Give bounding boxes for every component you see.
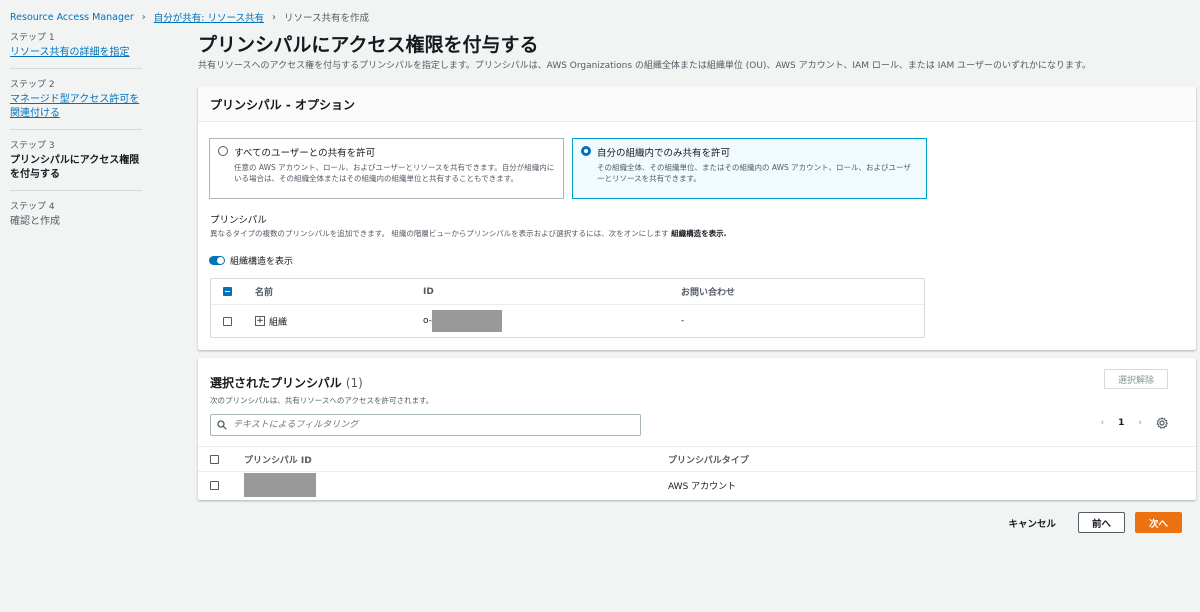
- header-principal-type: プリンシパルタイプ: [668, 455, 749, 466]
- org-structure-toggle[interactable]: [209, 256, 225, 265]
- header-checkbox-cell: [211, 287, 243, 296]
- breadcrumb-shared-by-me[interactable]: 自分が共有: リソース共有: [154, 10, 264, 24]
- header-checkbox-cell: [198, 454, 230, 464]
- org-id-prefix: o-: [423, 316, 432, 326]
- step-4: ステップ 4 確認と作成: [10, 199, 142, 237]
- row-principal-type: AWS アカウント: [668, 481, 737, 492]
- step-1: ステップ 1 リソース共有の詳細を指定: [10, 30, 142, 69]
- gear-icon[interactable]: [1156, 417, 1168, 429]
- principal-description-bold: 組織構造を表示.: [671, 229, 727, 238]
- step-2: ステップ 2 マネージド型アクセス許可を関連付ける: [10, 77, 142, 130]
- row-name-cell: + 組織: [243, 315, 423, 328]
- header-id: ID: [423, 286, 434, 297]
- principal-description: 異なるタイプの複数のプリンシパルを追加できます。 組織の階層ビューからプリンシパ…: [210, 228, 726, 239]
- org-table: 名前 ID お問い合わせ + 組織 o- -: [210, 278, 925, 338]
- option-allow-everyone[interactable]: すべてのユーザーとの共有を許可 任意の AWS アカウント、ロール、およびユーザ…: [209, 138, 564, 199]
- search-icon: [217, 420, 227, 430]
- filter-input[interactable]: [233, 420, 633, 430]
- step-3-current: プリンシパルにアクセス権限を付与する: [10, 155, 140, 180]
- redacted-id: [244, 473, 316, 497]
- radio-button-selected[interactable]: [581, 146, 591, 156]
- sharing-options: すべてのユーザーとの共有を許可 任意の AWS アカウント、ロール、およびユーザ…: [209, 138, 927, 199]
- selected-table-header: プリンシパル ID プリンシパルタイプ: [198, 446, 1196, 472]
- table-row: + 組織 o- -: [211, 305, 924, 337]
- option-org-only[interactable]: 自分の組織内でのみ共有を許可 その組織全体、その組織単位、またはその組織内の A…: [572, 138, 927, 199]
- breadcrumb: Resource Access Manager › 自分が共有: リソース共有 …: [10, 10, 370, 25]
- row-principal-id: [230, 473, 668, 497]
- step-1-link[interactable]: リソース共有の詳細を指定: [10, 46, 142, 60]
- page-title: プリンシパルにアクセス権限を付与する: [198, 34, 539, 56]
- prev-page-button[interactable]: ‹: [1101, 418, 1105, 428]
- step-3: ステップ 3 プリンシパルにアクセス権限を付与する: [10, 138, 142, 191]
- option-title: 自分の組織内でのみ共有を許可: [597, 148, 731, 159]
- selected-count: (1): [345, 376, 363, 390]
- wizard-footer: キャンセル 前へ 次へ: [996, 512, 1182, 533]
- select-all-checkbox[interactable]: [222, 287, 232, 296]
- principal-label: プリンシパル: [210, 215, 267, 226]
- selected-description: 次のプリンシパルは、共有リソースへのアクセスを許可されます。: [210, 396, 434, 405]
- step-number: ステップ 3: [10, 141, 55, 151]
- chevron-right-icon: ›: [141, 11, 146, 23]
- step-4-title: 確認と作成: [10, 216, 60, 227]
- wizard-steps: ステップ 1 リソース共有の詳細を指定 ステップ 2 マネージド型アクセス許可を…: [10, 30, 142, 245]
- header-principal-id: プリンシパル ID: [244, 455, 312, 466]
- breadcrumb-current: リソース共有を作成: [284, 13, 370, 24]
- option-description: その組織全体、その組織単位、またはその組織内の AWS アカウント、ロール、およ…: [597, 163, 911, 183]
- option-description: 任意の AWS アカウント、ロール、およびユーザーとリソースを共有できます。自分…: [234, 163, 555, 183]
- step-number: ステップ 1: [10, 33, 55, 43]
- expand-plus-icon[interactable]: +: [255, 316, 265, 326]
- cancel-button[interactable]: キャンセル: [996, 516, 1068, 530]
- row-checkbox-cell: [198, 480, 230, 490]
- step-number: ステップ 4: [10, 202, 55, 212]
- radio-button[interactable]: [218, 146, 228, 156]
- step-2-link[interactable]: マネージド型アクセス許可を関連付ける: [10, 93, 142, 121]
- breadcrumb-resource-access-manager[interactable]: Resource Access Manager: [10, 12, 134, 23]
- next-button[interactable]: 次へ: [1135, 512, 1182, 533]
- current-page[interactable]: 1: [1118, 418, 1124, 428]
- panel-header: プリンシパル - オプション: [198, 86, 1196, 122]
- row-checkbox[interactable]: [222, 316, 232, 326]
- table-header: 名前 ID お問い合わせ: [211, 279, 924, 305]
- pagination: ‹ 1 ›: [1101, 417, 1168, 429]
- option-title: すべてのユーザーとの共有を許可: [234, 148, 376, 159]
- principal-description-text: 異なるタイプの複数のプリンシパルを追加できます。 組織の階層ビューからプリンシパ…: [210, 229, 669, 238]
- row-checkbox-cell: [211, 316, 243, 326]
- select-all-checkbox[interactable]: [209, 454, 219, 464]
- header-contact: お問い合わせ: [681, 288, 736, 298]
- principals-panel: プリンシパル - オプション すべてのユーザーとの共有を許可 任意の AWS ア…: [198, 86, 1196, 350]
- chevron-right-icon: ›: [272, 11, 277, 23]
- org-structure-toggle-row: 組織構造を表示: [209, 254, 293, 267]
- toggle-label: 組織構造を表示: [230, 257, 294, 267]
- row-contact-cell: -: [681, 316, 685, 326]
- filter-box: [210, 414, 641, 436]
- header-name: 名前: [255, 288, 274, 298]
- next-page-button[interactable]: ›: [1138, 418, 1142, 428]
- previous-button[interactable]: 前へ: [1078, 512, 1125, 533]
- row-checkbox[interactable]: [209, 480, 219, 490]
- redacted-id: [431, 310, 502, 332]
- org-name: 組織: [269, 317, 288, 328]
- table-row: AWS アカウント: [198, 472, 1196, 498]
- selected-title-text: 選択されたプリンシパル: [210, 376, 342, 390]
- page-description: 共有リソースへのアクセス権を付与するプリンシパルを指定します。プリンシパルは、A…: [198, 61, 1092, 71]
- step-number: ステップ 2: [10, 80, 55, 90]
- selected-principals-panel: 選択されたプリンシパル (1) 次のプリンシパルは、共有リソースへのアクセスを許…: [198, 358, 1196, 500]
- deselect-button[interactable]: 選択解除: [1104, 369, 1168, 389]
- panel-title: プリンシパル - オプション: [210, 98, 355, 112]
- row-id-cell: o-: [423, 310, 681, 332]
- selected-title: 選択されたプリンシパル (1): [210, 374, 363, 391]
